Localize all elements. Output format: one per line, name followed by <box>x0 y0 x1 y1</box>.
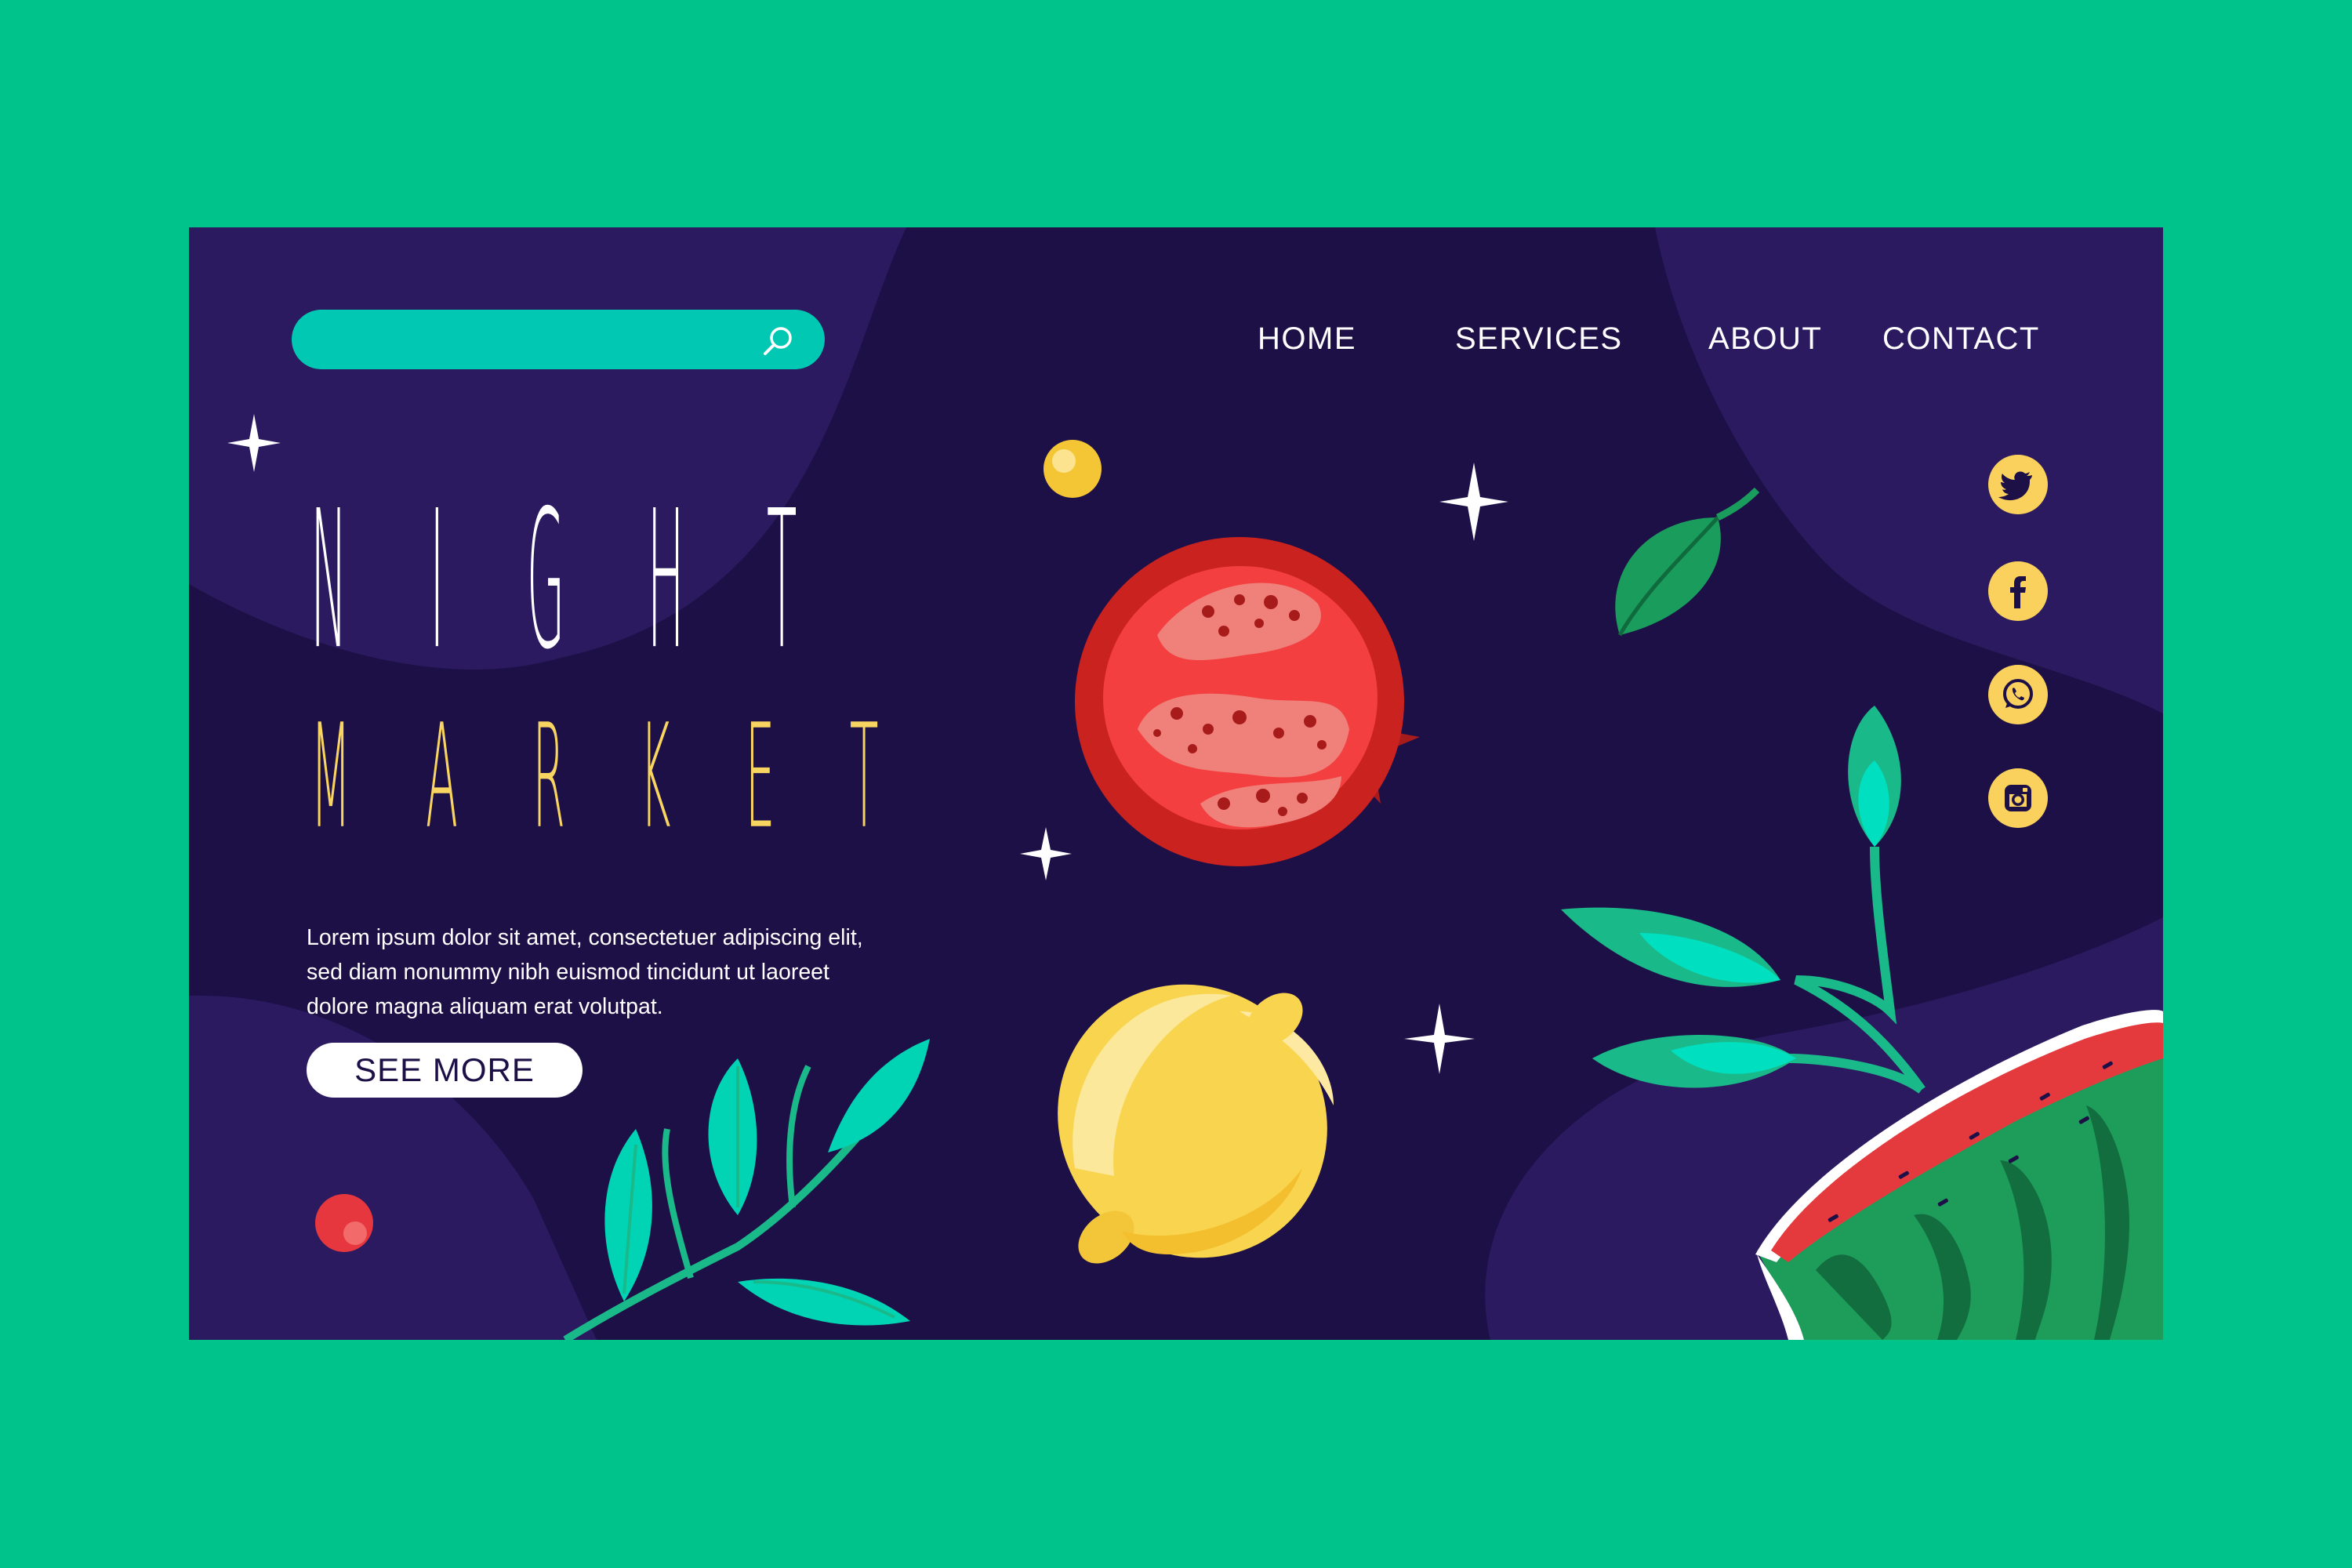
hero-description-line: sed diam nonummy nibh euismod tincidunt … <box>307 959 829 985</box>
nav-home[interactable]: HOME <box>1258 321 1356 357</box>
whatsapp-icon[interactable] <box>1988 665 2048 724</box>
landing-page: HOME SERVICES ABOUT CONTACT NIGHT MARKET… <box>189 227 2163 1340</box>
hero-description-line: Lorem ipsum dolor sit amet, consectetuer… <box>307 924 863 950</box>
search-input[interactable] <box>318 310 745 371</box>
hero-description-line: dolore magna aliquam erat volutpat. <box>307 993 663 1019</box>
search-icon[interactable] <box>759 322 797 360</box>
nav-contact[interactable]: CONTACT <box>1882 321 2040 357</box>
hero-description: Lorem ipsum dolor sit amet, consectetuer… <box>307 920 981 1024</box>
see-more-button[interactable]: SEE MORE <box>307 1043 583 1098</box>
nav-services[interactable]: SERVICES <box>1455 321 1623 357</box>
facebook-icon[interactable] <box>1988 561 2048 621</box>
hero-title-line2: MARKET <box>310 694 953 861</box>
hero-title-line1: NIGHT <box>310 470 880 692</box>
nav-about[interactable]: ABOUT <box>1708 321 1822 357</box>
twitter-icon[interactable] <box>1988 455 2048 514</box>
search-bar[interactable] <box>292 310 825 371</box>
instagram-icon[interactable] <box>1988 768 2048 828</box>
